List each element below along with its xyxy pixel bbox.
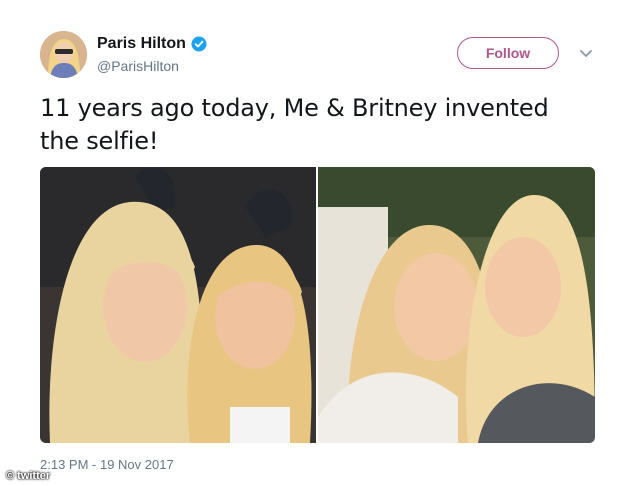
- tweet-timestamp[interactable]: 2:13 PM - 19 Nov 2017: [40, 457, 174, 472]
- follow-button[interactable]: Follow: [457, 37, 559, 69]
- verified-badge-icon: [191, 36, 207, 52]
- tweet-text: 11 years ago today, Me & Britney invente…: [40, 94, 549, 155]
- display-name[interactable]: Paris Hilton: [97, 35, 186, 53]
- user-name-row[interactable]: Paris Hilton: [97, 35, 207, 53]
- tweet-media[interactable]: [40, 167, 595, 443]
- tweet-card: Paris Hilton @ParisHilton Follow 11 year…: [0, 0, 634, 486]
- user-handle[interactable]: @ParisHilton: [97, 58, 179, 74]
- photo-right[interactable]: [318, 167, 595, 443]
- twitter-watermark: © twitter: [6, 470, 51, 482]
- profile-avatar[interactable]: [40, 31, 87, 78]
- chevron-down-icon[interactable]: [578, 45, 594, 61]
- photo-left[interactable]: [40, 167, 316, 443]
